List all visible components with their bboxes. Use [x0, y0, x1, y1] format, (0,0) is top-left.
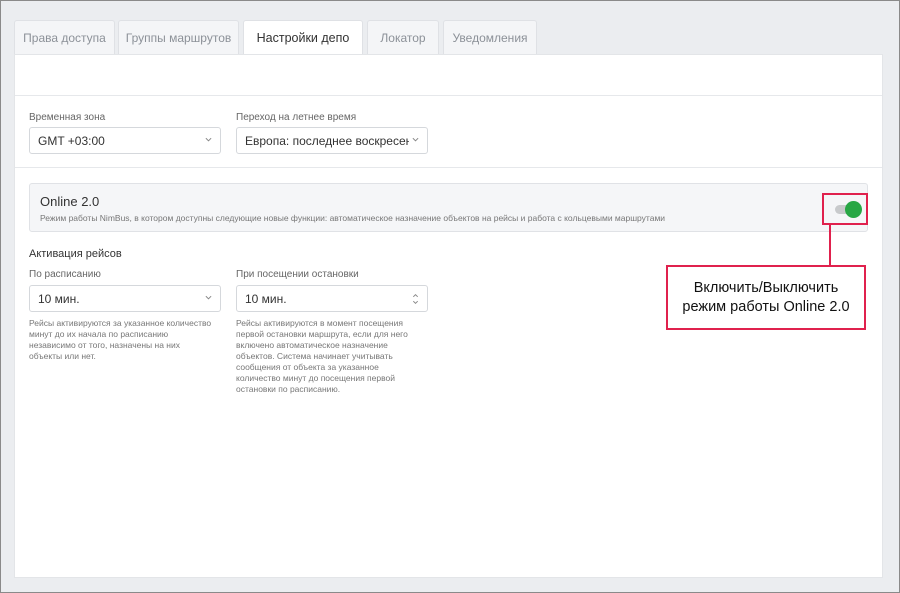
help-line: остановки по расписанию. [236, 384, 341, 394]
help-line: независимо от того, назначены на них [29, 340, 180, 350]
divider [15, 167, 882, 168]
tab-label: Локатор [380, 30, 426, 45]
dst-select[interactable]: Европа: последнее воскресенье... [236, 127, 428, 154]
chevron-down-icon [412, 137, 419, 142]
help-line: сообщения от объекта за указанное [236, 362, 379, 372]
callout-annotation: Включить/Выключить режим работы Online 2… [666, 265, 866, 330]
toggle-highlight [822, 193, 868, 225]
stop-visit-input[interactable]: 10 мин. [236, 285, 428, 312]
help-line: Рейсы активируются за указанное количест… [29, 318, 212, 328]
stop-visit-value: 10 мин. [245, 291, 287, 306]
chevron-down-icon [205, 137, 212, 142]
help-line: включено автоматическое назначение [236, 340, 388, 350]
tab-locator[interactable]: Локатор [367, 20, 439, 54]
schedule-select[interactable]: 10 мин. [29, 285, 221, 312]
dst-value: Европа: последнее воскресенье... [245, 133, 409, 148]
timezone-value: GMT +03:00 [38, 133, 105, 148]
callout-line: режим работы Online 2.0 [682, 298, 850, 315]
help-line: первой остановки маршрута, если для него [236, 329, 408, 339]
online-mode-toggle[interactable] [835, 201, 862, 218]
stop-visit-help: Рейсы активируются в момент посещения пе… [236, 318, 436, 395]
tab-access-rights[interactable]: Права доступа [14, 20, 115, 54]
online-description: Режим работы NimBus, в котором доступны … [40, 213, 666, 223]
chevron-down-icon [205, 295, 212, 300]
stop-visit-label: При посещении остановки [236, 269, 359, 280]
activation-title: Активация рейсов [29, 248, 122, 260]
timezone-label: Временная зона [29, 112, 106, 123]
schedule-value: 10 мин. [38, 291, 80, 306]
callout-connector [829, 225, 831, 266]
schedule-help: Рейсы активируются за указанное количест… [29, 318, 229, 362]
toggle-knob [845, 201, 862, 218]
tab-depot-settings[interactable]: Настройки депо [243, 20, 363, 55]
help-line: Рейсы активируются в момент посещения [236, 318, 403, 328]
help-line: объекты или нет. [29, 351, 96, 361]
online-mode-card: Online 2.0 Режим работы NimBus, в которо… [29, 183, 868, 232]
help-line: минут до их начала по расписанию [29, 329, 169, 339]
help-line: объектов. Система начинает учитывать [236, 351, 393, 361]
callout-line: Включить/Выключить [693, 279, 839, 296]
tab-label: Права доступа [23, 30, 106, 45]
tab-label: Настройки депо [256, 31, 350, 45]
tab-label: Группы маршрутов [125, 30, 232, 45]
timezone-select[interactable]: GMT +03:00 [29, 127, 221, 154]
tab-label: Уведомления [452, 30, 528, 45]
schedule-label: По расписанию [29, 269, 101, 280]
help-line: количество минут до посещения первой [236, 373, 396, 383]
tab-notifications[interactable]: Уведомления [443, 20, 537, 54]
tab-route-groups[interactable]: Группы маршрутов [118, 20, 239, 54]
divider [15, 95, 882, 96]
stepper-icon[interactable] [412, 291, 419, 307]
online-title: Online 2.0 [40, 194, 100, 209]
dst-label: Переход на летнее время [236, 112, 357, 123]
